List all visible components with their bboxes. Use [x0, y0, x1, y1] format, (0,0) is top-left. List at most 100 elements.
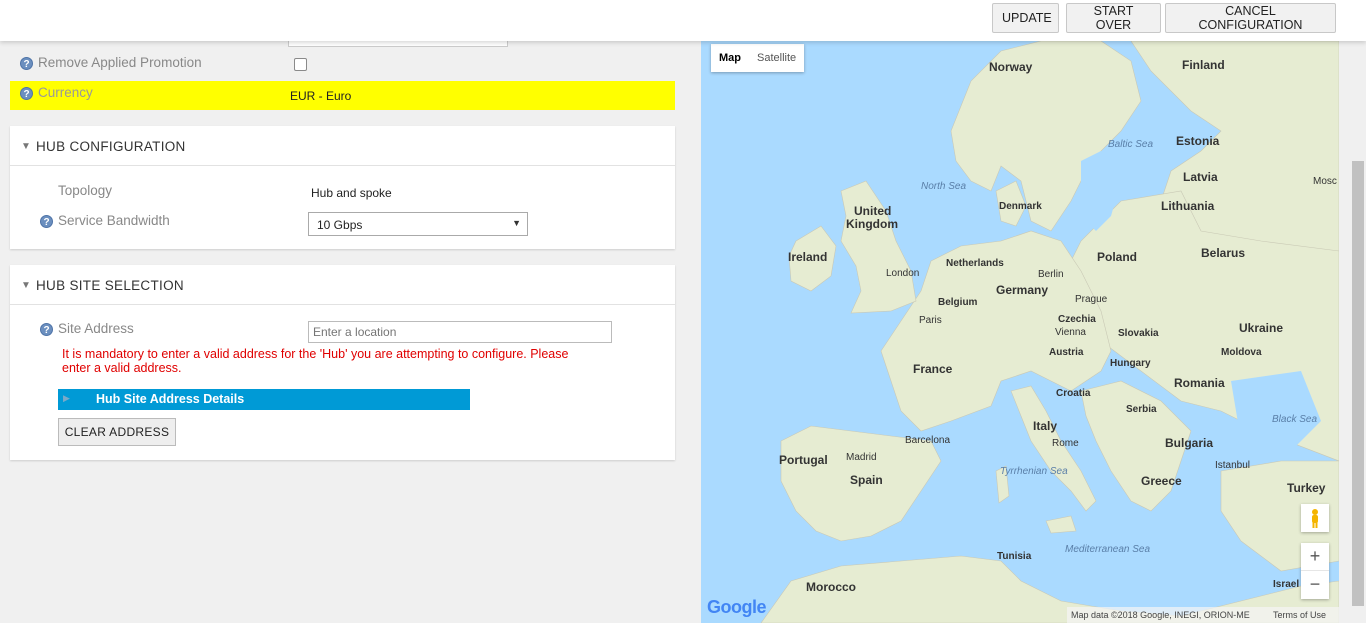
map-label: Madrid — [846, 452, 877, 463]
map-label: Paris — [919, 315, 942, 326]
help-icon[interactable]: ? — [20, 57, 33, 70]
map-label: Austria — [1049, 347, 1084, 358]
map-label: Barcelona — [905, 435, 951, 446]
address-error-message: It is mandatory to enter a valid address… — [62, 347, 662, 375]
map-label: Prague — [1075, 294, 1108, 305]
zoom-in-button[interactable]: + — [1301, 543, 1329, 571]
map-label: Belgium — [938, 297, 978, 308]
map-label: Bulgaria — [1165, 436, 1214, 450]
map-type-map-button[interactable]: Map — [711, 44, 749, 72]
error-line: enter a valid address. — [62, 361, 182, 375]
currency-value: EUR - Euro — [290, 89, 352, 103]
topology-value: Hub and spoke — [311, 186, 392, 200]
promotion-code-input[interactable] — [288, 41, 508, 47]
currency-row: ? Currency EUR - Euro — [10, 81, 675, 110]
expand-arrow-icon: ▶ — [63, 393, 70, 403]
map-label: Serbia — [1126, 404, 1157, 415]
map-label: Slovakia — [1118, 328, 1159, 339]
map-label: Spain — [850, 473, 883, 487]
map-label: Latvia — [1183, 170, 1218, 184]
map-label: Turkey — [1287, 481, 1326, 495]
map-label: Moldova — [1221, 347, 1262, 358]
currency-label: Currency — [38, 85, 93, 100]
map-label: Germany — [996, 283, 1049, 297]
map-label: Italy — [1033, 419, 1058, 433]
map-label: Denmark — [999, 201, 1042, 212]
collapse-triangle-icon: ▼ — [21, 280, 31, 291]
help-icon[interactable]: ? — [40, 323, 53, 336]
map-label: Belarus — [1201, 246, 1246, 260]
map-label: Greece — [1141, 474, 1182, 488]
map-label: Mosc — [1313, 176, 1337, 187]
hub-configuration-card: ▼ HUB CONFIGURATION Topology Hub and spo… — [10, 126, 675, 249]
map-label: Kingdom — [846, 217, 898, 231]
error-line: It is mandatory to enter a valid address… — [62, 347, 569, 361]
collapse-triangle-icon: ▼ — [21, 141, 31, 152]
google-logo[interactable]: Google — [707, 597, 767, 618]
zoom-out-button[interactable]: − — [1301, 571, 1329, 599]
map-label: Finland — [1182, 58, 1225, 72]
start-over-button[interactable]: START OVER — [1066, 3, 1161, 33]
map-label: Istanbul — [1215, 460, 1251, 471]
site-address-input[interactable] — [308, 321, 612, 343]
map-label: Mediterranean Sea — [1065, 544, 1151, 555]
cancel-configuration-button[interactable]: CANCEL CONFIGURATION — [1165, 3, 1336, 33]
top-toolbar: UPDATE START OVER CANCEL CONFIGURATION — [0, 0, 1366, 41]
hub-site-selection-header[interactable]: ▼ HUB SITE SELECTION — [10, 265, 675, 305]
clear-address-button[interactable]: CLEAR ADDRESS — [58, 418, 176, 446]
service-bandwidth-select[interactable]: 10 Gbps ▼ — [308, 212, 528, 236]
hub-configuration-header[interactable]: ▼ HUB CONFIGURATION — [10, 126, 675, 166]
map-label: Tunisia — [997, 551, 1032, 562]
map-label: Lithuania — [1161, 199, 1215, 213]
map-label: Portugal — [779, 453, 828, 467]
map-label: Norway — [989, 60, 1033, 74]
map-label: Estonia — [1176, 134, 1220, 148]
map-label: Rome — [1052, 438, 1079, 449]
hub-configuration-title: HUB CONFIGURATION — [36, 139, 186, 154]
map-attribution-bar: Map data ©2018 Google, INEGI, ORION-ME T… — [1067, 607, 1339, 623]
map-label: Ireland — [788, 250, 828, 264]
map-type-satellite-button[interactable]: Satellite — [749, 44, 804, 72]
map-labels: Norway Finland Estonia Latvia Lithuania … — [701, 41, 1339, 623]
service-bandwidth-value: 10 Gbps — [317, 218, 363, 232]
map-label: Baltic Sea — [1108, 139, 1154, 150]
remove-promotion-label: Remove Applied Promotion — [38, 55, 202, 70]
help-icon[interactable]: ? — [20, 87, 33, 100]
topology-label: Topology — [58, 183, 113, 198]
map-type-control: Map Satellite — [711, 44, 805, 72]
update-button[interactable]: UPDATE — [992, 3, 1059, 33]
map-attribution: Map data ©2018 Google, INEGI, ORION-ME — [1071, 610, 1250, 620]
map-label: Vienna — [1055, 327, 1086, 338]
street-view-pegman-icon[interactable] — [1301, 504, 1329, 532]
map-label: Tyrrhenian Sea — [1000, 466, 1068, 477]
hub-site-address-details-bar[interactable]: ▶ Hub Site Address Details — [58, 389, 470, 410]
map-label: Hungary — [1110, 358, 1151, 369]
map-label: Netherlands — [946, 258, 1004, 269]
map-label: Czechia — [1058, 314, 1096, 325]
site-address-label: Site Address — [58, 321, 134, 336]
map-label: Croatia — [1056, 388, 1091, 399]
map-label: Morocco — [806, 580, 857, 594]
hub-site-selection-title: HUB SITE SELECTION — [36, 278, 184, 293]
terms-of-use-link[interactable]: Terms of Use — [1273, 610, 1326, 620]
map-label: Berlin — [1038, 269, 1064, 280]
map-label: Romania — [1174, 376, 1225, 390]
scrollbar-thumb[interactable] — [1352, 161, 1364, 606]
hub-site-selection-card: ▼ HUB SITE SELECTION ? Site Address It i… — [10, 265, 675, 460]
zoom-control: + − — [1301, 543, 1329, 599]
dropdown-arrow-icon: ▼ — [512, 218, 521, 228]
remove-promotion-checkbox[interactable] — [294, 58, 307, 71]
help-icon[interactable]: ? — [40, 215, 53, 228]
map-view[interactable]: Norway Finland Estonia Latvia Lithuania … — [701, 41, 1339, 623]
map-label: Black Sea — [1272, 414, 1318, 425]
map-label: North Sea — [921, 181, 967, 192]
map-label: London — [886, 268, 920, 279]
configuration-panel: ? Remove Applied Promotion ? Currency EU… — [0, 41, 700, 623]
map-label: France — [913, 362, 953, 376]
map-label: Ukraine — [1239, 321, 1284, 335]
map-label: Israel — [1273, 579, 1300, 590]
map-label: Poland — [1097, 250, 1138, 264]
service-bandwidth-label: Service Bandwidth — [58, 213, 170, 228]
map-label: United — [854, 204, 892, 218]
page-scrollbar[interactable] — [1350, 41, 1366, 623]
